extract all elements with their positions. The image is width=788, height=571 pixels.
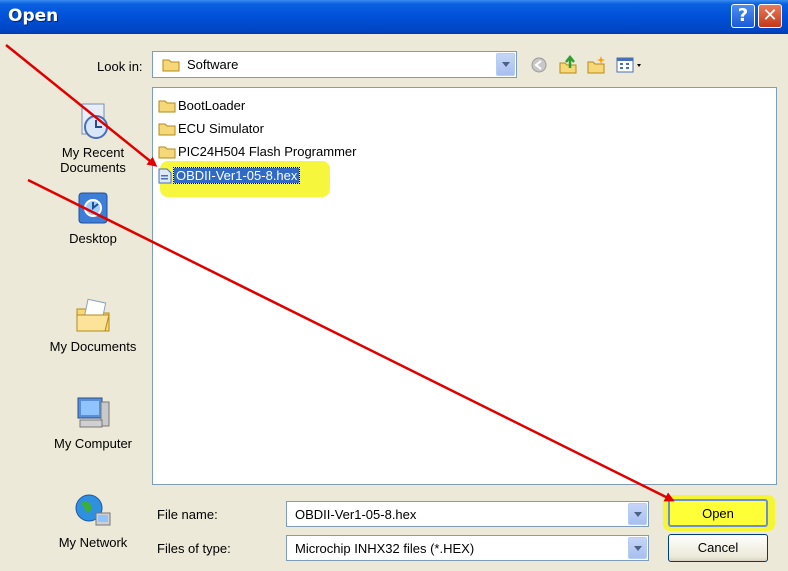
list-item[interactable]: ECU Simulator [158,120,264,138]
desktop-icon [78,192,108,224]
place-my-recent-documents[interactable]: My Recent Documents [43,101,143,175]
folder-icon [158,100,176,113]
place-label: My Network [58,535,128,550]
filetype-dropdown[interactable]: Microchip INHX32 files (*.HEX) [286,535,649,561]
recent-documents-icon [81,103,108,139]
file-name: BootLoader [178,98,246,114]
filetype-dropdown-arrow[interactable] [628,537,647,559]
my-network-icon [75,494,111,526]
new-folder-icon[interactable] [586,55,606,75]
help-button[interactable]: ? [731,4,755,28]
folder-icon [162,59,180,72]
place-label: Documents [60,160,126,175]
up-folder-icon[interactable] [558,55,578,75]
filetype-value: Microchip INHX32 files (*.HEX) [295,541,475,556]
views-menu-icon[interactable] [616,55,646,75]
cancel-button[interactable]: Cancel [668,534,768,562]
lookin-dropdown[interactable]: Software [152,51,517,78]
window-title: Open [8,6,59,26]
my-documents-icon [76,298,110,332]
filename-label: File name: [157,507,218,522]
lookin-label: Look in: [97,59,143,74]
place-my-documents[interactable]: My Documents [43,295,143,354]
place-label: My Recent [61,145,125,160]
places-bar: My Recent Documents Desktop My Documents [43,87,143,571]
filename-value[interactable]: OBDII-Ver1-05-8.hex [295,507,416,522]
file-icon [158,168,172,184]
place-my-computer[interactable]: My Computer [43,392,143,451]
lookin-dropdown-arrow[interactable] [496,53,515,76]
file-name: OBDII-Ver1-05-8.hex [172,167,301,185]
open-button[interactable]: Open [668,499,768,527]
list-item[interactable]: PIC24H504 Flash Programmer [158,143,356,161]
back-icon[interactable] [529,55,549,75]
my-computer-icon [77,397,110,428]
place-desktop[interactable]: Desktop [43,187,143,246]
list-item-selected[interactable]: OBDII-Ver1-05-8.hex [158,167,301,185]
place-label: My Documents [49,339,137,354]
folder-icon [158,146,176,159]
open-dialog: Open ? ✕ Look in: Software My Recent Doc… [0,0,788,571]
place-label: My Computer [53,436,133,451]
file-name: ECU Simulator [178,121,264,137]
place-my-network[interactable]: My Network [43,491,143,550]
filetype-label: Files of type: [157,541,231,556]
place-label: Desktop [69,231,117,246]
list-item[interactable]: BootLoader [158,97,245,115]
folder-icon [158,123,176,136]
close-button[interactable]: ✕ [758,4,782,28]
filename-input[interactable]: OBDII-Ver1-05-8.hex [286,501,649,527]
file-name: PIC24H504 Flash Programmer [178,144,357,160]
lookin-value: Software [187,57,239,72]
filename-dropdown-arrow[interactable] [628,503,647,525]
title-bar[interactable]: Open ? ✕ [0,0,788,34]
